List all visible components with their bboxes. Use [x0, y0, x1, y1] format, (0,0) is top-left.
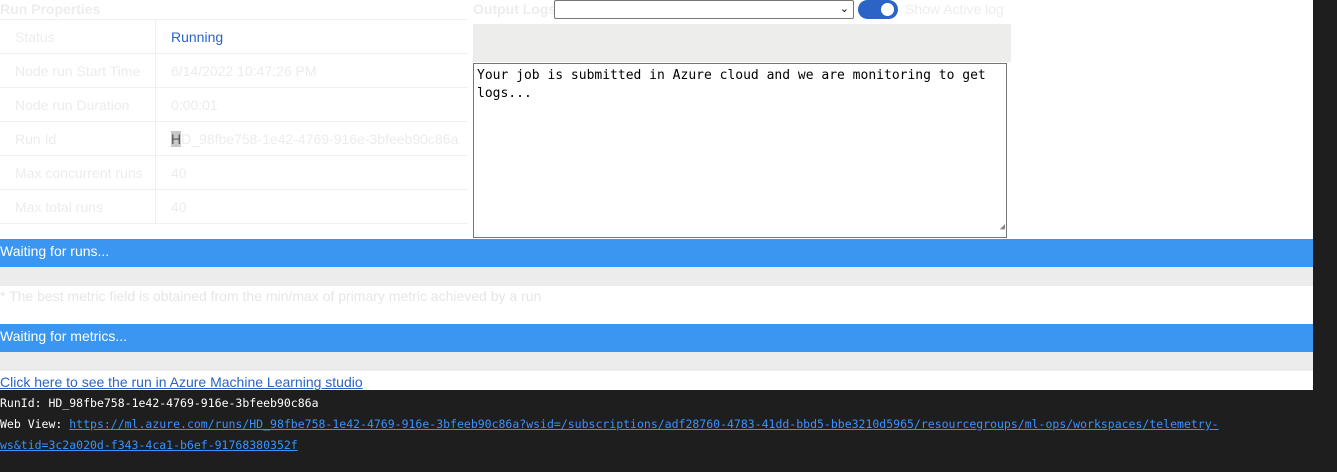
run-id-value[interactable]: HD_98fbe758-1e42-4769-916e-3bfeeb90c86a [155, 121, 468, 156]
log-textarea[interactable]: Your job is submitted in Azure cloud and… [473, 63, 1007, 238]
prop-key: Node run Start Time [0, 53, 156, 88]
table-row: Run Id HD_98fbe758-1e42-4769-916e-3bfeeb… [0, 121, 468, 156]
run-id-rest: D_98fbe758-1e42-4769-916e-3bfeeb90c86a [181, 130, 459, 147]
webview-link[interactable]: https://ml.azure.com/runs/HD_98fbe758-1e… [69, 417, 1218, 431]
prop-key: Run Id [0, 121, 156, 156]
runid-label: RunId: [0, 396, 42, 410]
output-logs-title: Output Logs [473, 1, 557, 17]
table-row: Node run Start Time 6/14/2022 10:47:26 P… [0, 53, 468, 88]
aml-studio-link[interactable]: Click here to see the run in Azure Machi… [0, 374, 363, 390]
status-value: Running [155, 19, 468, 54]
metrics-status-bar: Waiting for metrics... [0, 324, 1313, 352]
prop-key: Status [0, 19, 156, 54]
log-file-select[interactable]: ⌄ [554, 0, 854, 19]
console-runid-line: RunId: HD_98fbe758-1e42-4769-916e-3bfeeb… [0, 393, 1313, 414]
log-header-bar [473, 24, 1011, 62]
runid-value: HD_98fbe758-1e42-4769-916e-3bfeeb90c86a [48, 396, 319, 410]
runs-status-bar: Waiting for runs... [0, 239, 1313, 267]
max-total-value: 40 [155, 189, 468, 224]
console-output: RunId: HD_98fbe758-1e42-4769-916e-3bfeeb… [0, 393, 1313, 456]
resize-grip-icon[interactable]: ◢ [1000, 218, 1005, 236]
webview-label: Web View: [0, 417, 63, 431]
scrollbar[interactable] [1313, 0, 1337, 390]
prop-key: Node run Duration [0, 87, 156, 122]
webview-link-continued[interactable]: ws&tid=3c2a020d-f343-4ca1-b6ef-917683803… [0, 438, 298, 452]
start-time-value: 6/14/2022 10:47:26 PM [155, 53, 468, 88]
duration-value: 0:00:01 [155, 87, 468, 122]
table-row: Max concurrent runs 40 [0, 155, 468, 190]
active-log-toggle[interactable] [858, 0, 898, 19]
hyperdrive-widget: Run Properties Status Running Node run S… [0, 0, 1313, 390]
table-row: Node run Duration 0:00:01 [0, 87, 468, 122]
runs-table-header [0, 267, 1313, 286]
chevron-down-icon: ⌄ [839, 3, 849, 15]
run-properties-title: Run Properties [0, 1, 101, 17]
best-metric-note: * The best metric field is obtained from… [0, 288, 542, 304]
console-webview-line: Web View: https://ml.azure.com/runs/HD_9… [0, 414, 1313, 435]
prop-key: Max concurrent runs [0, 155, 156, 190]
console-webview-line-2: ws&tid=3c2a020d-f343-4ca1-b6ef-917683803… [0, 435, 1313, 456]
active-log-toggle-label: Show Active log [905, 1, 1004, 17]
max-concurrent-value: 40 [155, 155, 468, 190]
run-id-selection: H [171, 130, 182, 147]
log-text-content: Your job is submitted in Azure cloud and… [477, 68, 994, 101]
table-row: Max total runs 40 [0, 189, 468, 224]
toggle-knob [881, 3, 894, 16]
table-row: Status Running [0, 19, 468, 54]
metrics-table-header [0, 352, 1313, 371]
run-properties-table: Status Running Node run Start Time 6/14/… [0, 19, 468, 224]
prop-key: Max total runs [0, 189, 156, 224]
